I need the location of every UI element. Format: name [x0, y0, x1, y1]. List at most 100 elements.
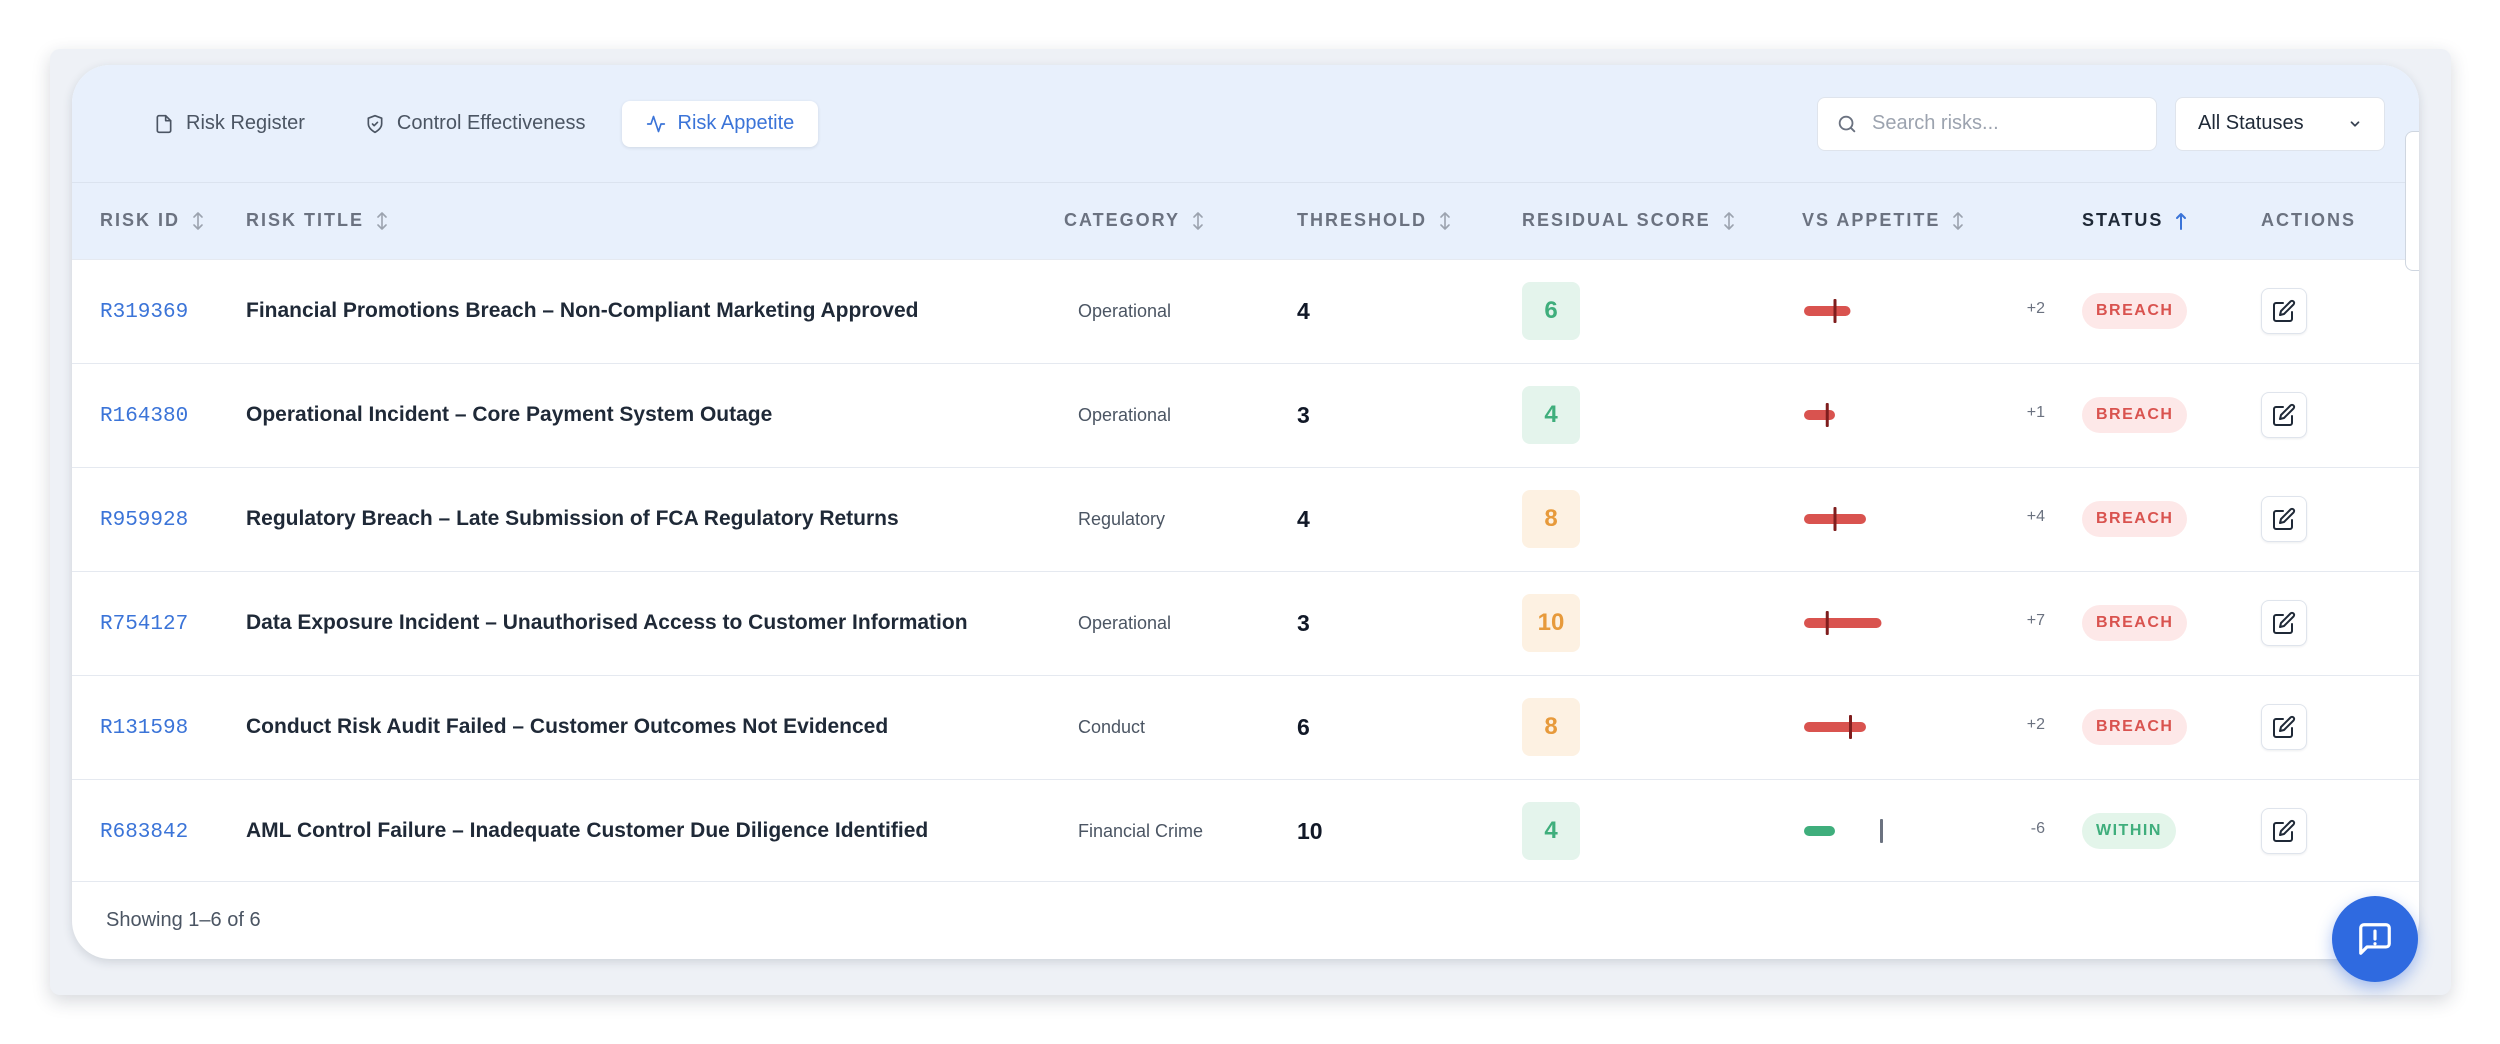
search-input[interactable] — [1872, 112, 2138, 135]
view-tabs: Risk Register Control Effectiveness Risk… — [130, 100, 819, 147]
column-header-vs-appetite[interactable]: VS APPETITE — [1802, 183, 2082, 259]
edit-button[interactable] — [2261, 600, 2307, 646]
risk-threshold: 3 — [1297, 609, 1310, 636]
appetite-threshold-marker — [1833, 507, 1837, 531]
appetite-bar — [1804, 715, 1866, 739]
column-header-risk-title[interactable]: RISK TITLE — [246, 183, 1064, 259]
status-badge: WITHIN — [2082, 813, 2176, 850]
table-body: R319369 Financial Promotions Breach – No… — [72, 259, 2419, 883]
appetite-bar — [1804, 611, 1882, 635]
table-row: R131598 Conduct Risk Audit Failed – Cust… — [72, 675, 2419, 779]
appetite-bar — [1804, 507, 1866, 531]
feedback-button[interactable] — [2332, 896, 2418, 982]
search-box[interactable] — [1817, 96, 2157, 151]
risk-title: Data Exposure Incident – Unauthorised Ac… — [246, 611, 968, 634]
residual-score: 6 — [1522, 282, 1580, 340]
appetite-delta: +2 — [2026, 716, 2045, 733]
document-icon — [156, 114, 172, 133]
residual-score: 10 — [1522, 594, 1580, 652]
risk-id-link[interactable]: R754127 — [100, 613, 188, 636]
sort-icon — [1440, 212, 1450, 231]
sort-icon — [1193, 212, 1203, 231]
risk-category: Regulatory — [1078, 509, 1166, 529]
column-header-status[interactable]: STATUS — [2082, 183, 2261, 259]
status-badge: BREACH — [2082, 501, 2188, 537]
appetite-bar — [1804, 403, 1835, 427]
column-header-category[interactable]: CATEGORY — [1064, 183, 1297, 259]
status-badge: BREACH — [2082, 293, 2188, 329]
risk-title: AML Control Failure – Inadequate Custome… — [246, 819, 929, 843]
tab-risk-register[interactable]: Risk Register — [130, 101, 329, 147]
risk-id-link[interactable]: R683842 — [100, 821, 188, 844]
risk-id-link[interactable]: R959928 — [100, 509, 188, 532]
column-header-risk-id[interactable]: RISK ID — [72, 183, 246, 259]
edit-button[interactable] — [2261, 704, 2307, 750]
risk-title: Financial Promotions Breach – Non-Compli… — [246, 299, 919, 322]
risk-threshold: 10 — [1297, 817, 1323, 844]
risk-id-link[interactable]: R164380 — [100, 405, 188, 428]
appetite-bar-fill — [1804, 722, 1866, 732]
appetite-indicator: +4 — [1802, 499, 2082, 539]
status-badge: BREACH — [2082, 397, 2188, 433]
status-filter-select[interactable]: All Statuses — [2175, 96, 2385, 151]
table-row: R319369 Financial Promotions Breach – No… — [72, 259, 2419, 363]
risk-id-link[interactable]: R131598 — [100, 717, 188, 740]
tab-label: Risk Appetite — [677, 112, 795, 134]
risk-title: Regulatory Breach – Late Submission of F… — [246, 507, 899, 530]
appetite-indicator: +1 — [1802, 395, 2082, 435]
column-header-residual-score[interactable]: RESIDUAL SCORE — [1522, 183, 1802, 259]
residual-score: 8 — [1522, 698, 1580, 756]
residual-score: 4 — [1522, 802, 1580, 861]
activity-icon — [646, 115, 665, 132]
appetite-threshold-marker — [1849, 715, 1852, 739]
appetite-indicator: +7 — [1802, 603, 2082, 643]
edit-icon — [2273, 507, 2296, 530]
tab-risk-appetite[interactable]: Risk Appetite — [621, 100, 819, 147]
sort-ascending-icon — [2176, 213, 2187, 231]
search-icon — [1838, 115, 1856, 132]
risk-threshold: 4 — [1297, 505, 1310, 532]
appetite-delta: +4 — [2026, 508, 2045, 525]
appetite-delta: -6 — [2030, 820, 2045, 838]
risk-table: RISK ID RISK TITLE CATEGORY THRESHOLD RE… — [72, 183, 2419, 883]
appetite-bar-fill — [1804, 618, 1882, 628]
appetite-bar-fill — [1804, 826, 1835, 837]
sort-icon — [1953, 212, 1964, 231]
scrollbar-thumb[interactable] — [2405, 131, 2419, 271]
appetite-bar — [1804, 819, 1883, 844]
appetite-threshold-marker — [1833, 299, 1837, 323]
risk-threshold: 6 — [1297, 713, 1310, 740]
tab-label: Risk Register — [186, 112, 305, 134]
chevron-down-icon — [2350, 120, 2360, 127]
column-header-actions: ACTIONS — [2261, 210, 2356, 231]
edit-button[interactable] — [2261, 392, 2307, 438]
pagination-summary: Showing 1–6 of 6 — [106, 909, 261, 931]
risk-panel: Risk Register Control Effectiveness Risk… — [72, 65, 2419, 959]
shield-check-icon — [367, 114, 383, 133]
edit-button[interactable] — [2261, 288, 2307, 334]
table-row: R959928 Regulatory Breach – Late Submiss… — [72, 467, 2419, 571]
risk-category: Conduct — [1078, 717, 1146, 737]
edit-button[interactable] — [2261, 808, 2307, 855]
risk-id-link[interactable]: R319369 — [100, 301, 188, 324]
edit-icon — [2273, 715, 2296, 738]
appetite-bar-fill — [1804, 306, 1851, 316]
table-footer: Showing 1–6 of 6 — [72, 881, 2419, 959]
risk-title: Operational Incident – Core Payment Syst… — [246, 403, 773, 426]
appetite-threshold-marker — [1825, 403, 1829, 427]
column-header-threshold[interactable]: THRESHOLD — [1297, 183, 1522, 259]
feedback-chat-icon — [2359, 923, 2391, 955]
appetite-bar — [1804, 299, 1851, 323]
tab-control-effectiveness[interactable]: Control Effectiveness — [341, 101, 610, 147]
appetite-indicator: +2 — [1802, 291, 2082, 331]
sort-icon — [1723, 212, 1734, 231]
status-badge: BREACH — [2082, 605, 2188, 641]
appetite-threshold-marker — [1880, 819, 1883, 844]
appetite-threshold-marker — [1825, 611, 1829, 635]
status-filter-value: All Statuses — [2198, 112, 2304, 134]
sort-icon — [193, 212, 203, 231]
edit-button[interactable] — [2261, 496, 2307, 542]
edit-icon — [2273, 299, 2296, 322]
risk-category: Operational — [1078, 405, 1172, 425]
risk-category: Financial Crime — [1078, 821, 1204, 842]
